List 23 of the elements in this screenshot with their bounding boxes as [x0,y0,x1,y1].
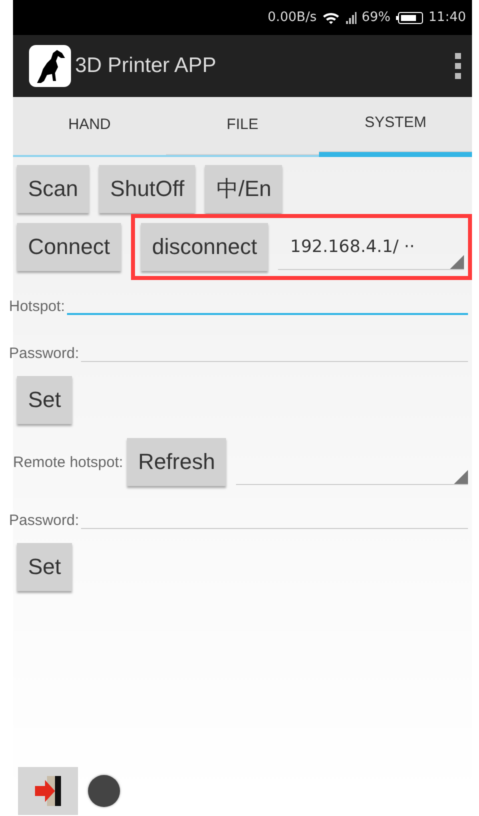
button[interactable]: Refresh [127,438,226,486]
battery-icon [396,10,424,24]
button[interactable]: disconnect [140,223,268,271]
overflow-menu-icon [454,53,462,79]
battery-level: 69% [362,10,391,25]
address-dropdown[interactable]: 192.168.4.1/ ·· [278,224,464,270]
app-title: 3D Printer APP [75,54,218,78]
button[interactable]: 中/En [205,165,282,213]
net-speed: 0.00B/s [268,10,317,25]
button[interactable]: Scan [17,165,90,213]
exit-button[interactable] [18,767,78,815]
button[interactable]: Set [17,543,72,591]
field-label: Password: [9,512,80,529]
door-arrow-icon [33,774,63,808]
signal-icon [344,10,357,24]
button[interactable]: ShutOff [99,165,196,213]
clock: 11:40 [428,10,466,25]
button[interactable]: Connect [17,223,121,271]
wifi-icon [322,10,340,24]
field-label: Remote hotspot: [13,454,124,470]
field-label: Hotspot: [9,298,65,315]
field-label: Password: [9,345,80,362]
button[interactable]: Set [17,376,72,424]
